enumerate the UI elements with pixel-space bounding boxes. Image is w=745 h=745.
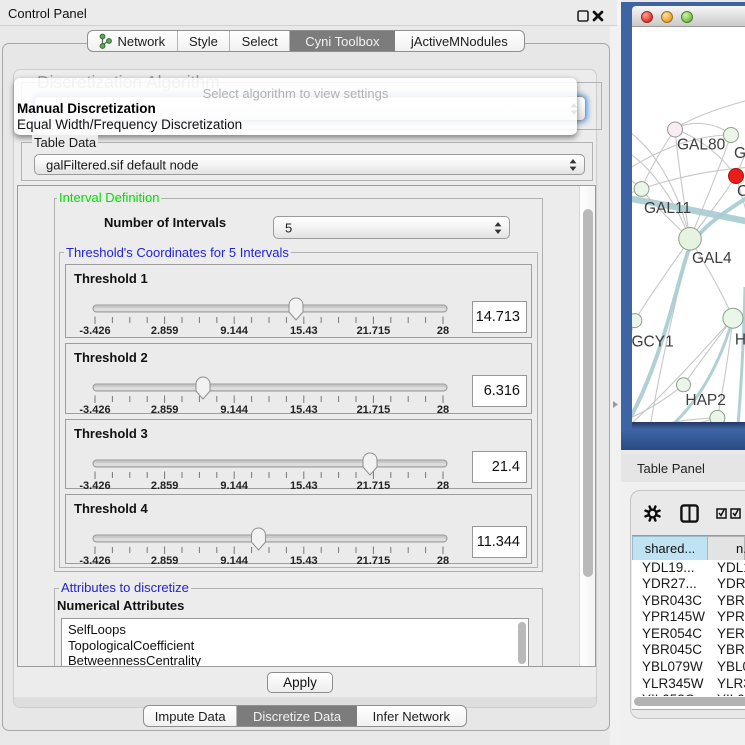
svg-text:21.715: 21.715 [357, 480, 391, 492]
svg-text:H: H [735, 332, 745, 349]
svg-text:GAL11: GAL11 [644, 200, 691, 217]
svg-text:21.715: 21.715 [357, 404, 391, 416]
svg-text:21.715: 21.715 [357, 325, 391, 337]
svg-text:GAL4: GAL4 [692, 250, 732, 267]
svg-text:2.859: 2.859 [151, 404, 179, 416]
svg-text:9.144: 9.144 [220, 404, 248, 416]
svg-text:2.859: 2.859 [151, 480, 179, 492]
svg-text:15.43: 15.43 [290, 480, 318, 492]
svg-text:-3.426: -3.426 [79, 480, 110, 492]
svg-text:21.715: 21.715 [357, 555, 391, 567]
svg-text:-3.426: -3.426 [79, 325, 110, 337]
svg-text:28: 28 [437, 480, 449, 492]
svg-text:15.43: 15.43 [290, 404, 318, 416]
svg-text:15.43: 15.43 [290, 325, 318, 337]
svg-text:2.859: 2.859 [151, 325, 179, 337]
svg-text:9.144: 9.144 [220, 555, 248, 567]
svg-text:GCY1: GCY1 [632, 334, 674, 351]
svg-text:9.144: 9.144 [220, 325, 248, 337]
svg-text:28: 28 [437, 404, 449, 416]
svg-text:2.859: 2.859 [151, 555, 179, 567]
svg-text:28: 28 [437, 555, 449, 567]
svg-text:-3.426: -3.426 [79, 555, 110, 567]
svg-text:-3.426: -3.426 [79, 404, 110, 416]
svg-text:GAL80: GAL80 [677, 137, 726, 154]
svg-text:GA: GA [734, 145, 745, 162]
svg-text:28: 28 [437, 325, 449, 337]
svg-text:HAP2: HAP2 [685, 392, 726, 409]
svg-text:C: C [737, 183, 745, 200]
svg-text:9.144: 9.144 [220, 480, 248, 492]
svg-text:15.43: 15.43 [290, 555, 318, 567]
